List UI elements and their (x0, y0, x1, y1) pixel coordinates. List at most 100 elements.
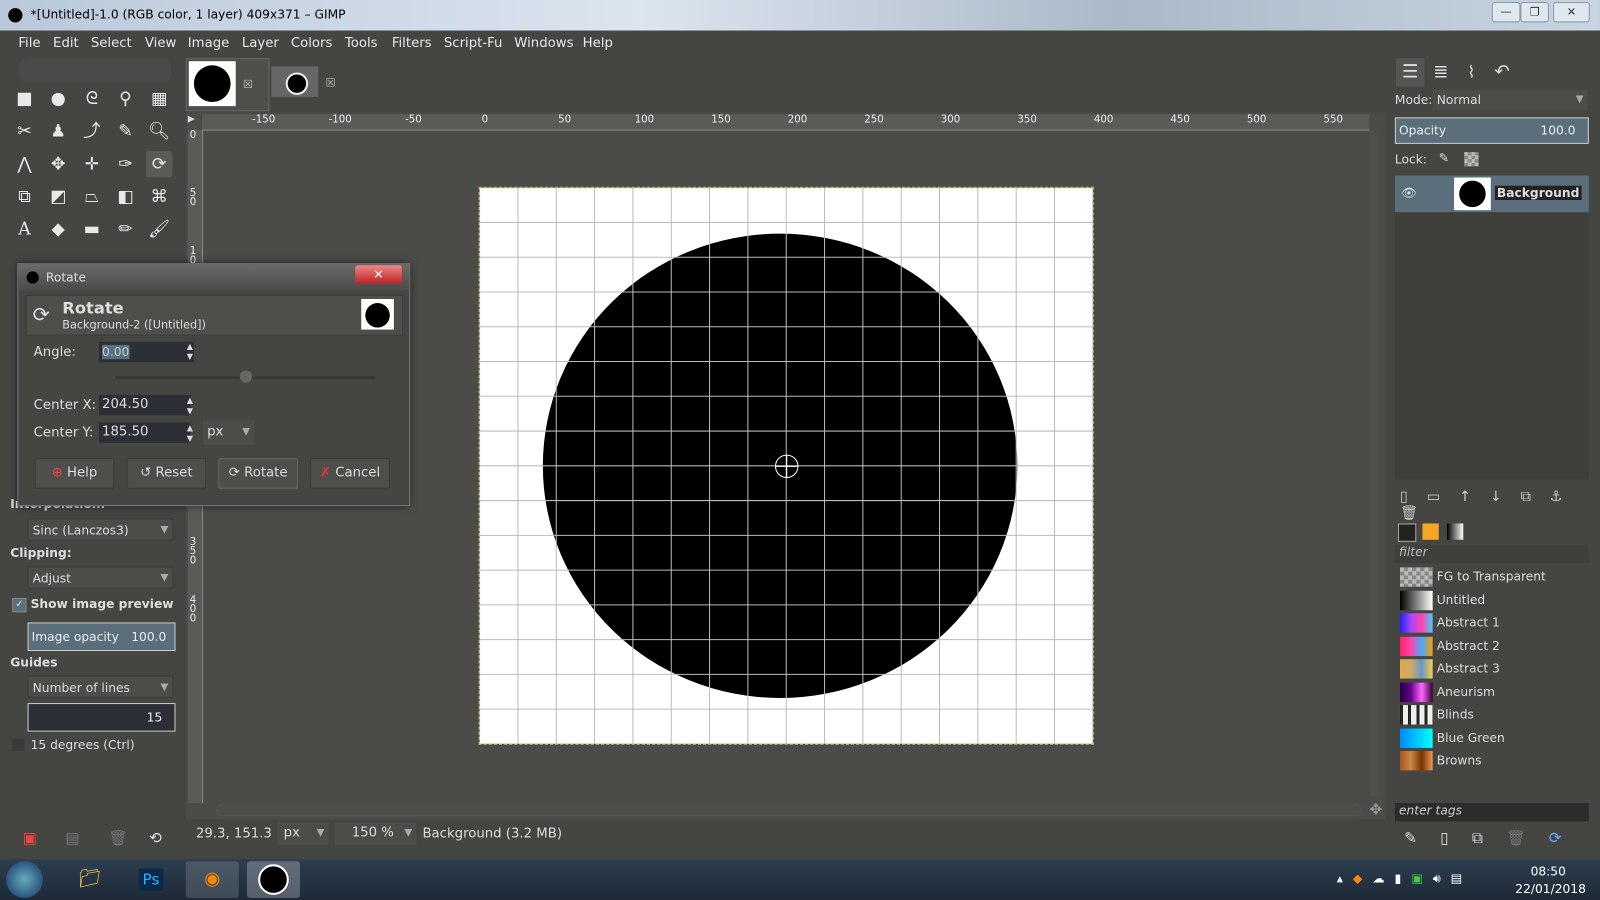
angle-input[interactable]: 0.00 (98, 341, 194, 363)
close-tab-icon[interactable]: ☒ (243, 78, 253, 91)
reset-button[interactable]: ↺ Reset (126, 458, 207, 489)
unit-dropdown[interactable]: px ▼ (277, 822, 329, 845)
menu-file[interactable]: File (18, 36, 40, 51)
rect-select-icon[interactable]: ■ (11, 86, 38, 113)
close-tab-icon[interactable]: ☒ (326, 77, 336, 90)
cage-icon[interactable]: ⌘ (146, 184, 173, 211)
close-button[interactable]: ✕ (1553, 2, 1590, 23)
refresh-gradients-icon[interactable]: ⟳ (1549, 829, 1562, 847)
duplicate-layer-icon[interactable]: ⧉ (1521, 489, 1532, 505)
lock-alpha-icon[interactable] (1464, 152, 1479, 167)
gradient-filter-input[interactable]: filter (1394, 544, 1589, 564)
center-x-spinner-arrows[interactable]: ▲ ▼ (187, 396, 193, 416)
anchor-icon[interactable]: ⚓ (1550, 489, 1564, 505)
help-button[interactable]: ⊕ Help (34, 458, 115, 489)
restore-options-icon[interactable]: ▤ (65, 829, 79, 847)
gradient-item[interactable]: Abstract 2 (1398, 635, 1569, 657)
minimize-button[interactable]: — (1491, 2, 1521, 23)
brushes-tab-icon[interactable] (1397, 523, 1417, 542)
zoom-icon[interactable]: 🔍︎ (146, 118, 173, 145)
align-icon[interactable]: ✛ (79, 151, 106, 178)
image-opacity-slider[interactable]: Image opacity 100.0 (27, 622, 176, 652)
vertical-scrollbar[interactable] (1369, 132, 1380, 796)
gradient-item[interactable]: Blinds (1398, 704, 1569, 726)
new-gradient-icon[interactable]: ▯ (1440, 829, 1448, 847)
cancel-button[interactable]: ✗ Cancel (310, 458, 390, 489)
paths-tab-icon[interactable]: ⌇ (1457, 58, 1486, 87)
delete-gradient-icon[interactable]: 🗑︎ (1506, 829, 1525, 847)
paintbrush-icon[interactable]: 🖌︎ (146, 216, 173, 243)
menu-script-fu[interactable]: Script-Fu (444, 36, 503, 51)
dialog-close-button[interactable]: ✕ (355, 265, 403, 284)
clipping-dropdown[interactable]: Adjust ▼ (27, 566, 174, 589)
maximize-button[interactable]: ❐ (1520, 2, 1549, 23)
angle-spinner-arrows[interactable]: ▲ ▼ (187, 342, 193, 362)
guides-dropdown[interactable]: Number of lines ▼ (27, 675, 174, 698)
clock-date[interactable]: 22/01/2018 (1515, 882, 1586, 896)
measure-icon[interactable]: ⋀ (11, 151, 38, 178)
flip-icon[interactable]: ◧ (112, 184, 139, 211)
opacity-slider[interactable]: Opacity 100.0 (1394, 117, 1589, 144)
select-by-color-icon[interactable]: ▦ (146, 86, 173, 113)
edit-gradient-icon[interactable]: ✎ (1404, 829, 1417, 847)
menu-edit[interactable]: Edit (53, 36, 79, 51)
lines-count-spinner[interactable]: 15 (27, 703, 176, 732)
gradient-item[interactable]: Abstract 3 (1398, 658, 1569, 680)
move-icon[interactable]: ✥ (45, 151, 72, 178)
dialog-title-bar[interactable]: Rotate ✕ (18, 264, 410, 291)
tags-input[interactable]: enter tags (1394, 803, 1589, 822)
clock-time[interactable]: 08:50 (1531, 864, 1566, 878)
delete-layer-icon[interactable]: 🗑︎ (1400, 505, 1419, 521)
rotate-button[interactable]: ⟳ Rotate (218, 458, 298, 489)
menu-tools[interactable]: Tools (345, 36, 378, 51)
perspective-icon[interactable]: ⏢ (79, 184, 106, 211)
quick-mask-toggle-icon[interactable]: ▶ (188, 114, 200, 126)
patterns-tab-icon[interactable] (1422, 523, 1439, 540)
ellipse-select-icon[interactable]: ● (45, 86, 72, 113)
gimp-taskbar-icon[interactable] (246, 861, 300, 898)
start-button[interactable] (6, 861, 43, 898)
navigate-icon[interactable]: ✥ (1369, 800, 1382, 818)
lower-layer-icon[interactable]: ↓ (1490, 489, 1503, 505)
shear-icon[interactable]: ◩ (45, 184, 72, 211)
raise-layer-icon[interactable]: ↑ (1459, 489, 1472, 505)
undo-history-tab-icon[interactable]: ↶ (1488, 58, 1517, 87)
menu-select[interactable]: Select (91, 36, 132, 51)
menu-image[interactable]: Image (188, 36, 230, 51)
image-tab-active[interactable]: ☒ (185, 58, 270, 112)
gradient-item[interactable]: Blue Green (1398, 727, 1569, 749)
rotate-tool-icon[interactable]: ⟳ (145, 151, 173, 178)
new-layer-icon[interactable]: ▯ (1400, 489, 1409, 505)
center-y-spinner-arrows[interactable]: ▲ ▼ (187, 423, 193, 443)
new-group-icon[interactable]: ▭ (1427, 489, 1442, 505)
reset-options-icon[interactable]: ⟲ (149, 829, 162, 847)
text-icon[interactable]: A (11, 216, 38, 243)
delete-options-icon[interactable]: 🗑︎ (108, 829, 127, 847)
center-y-input[interactable]: 185.50 (98, 422, 191, 443)
gradient-item[interactable]: Untitled (1398, 589, 1569, 611)
color-picker-icon[interactable]: ✎ (112, 118, 139, 145)
menu-view[interactable]: View (145, 36, 176, 51)
bucket-fill-icon[interactable]: ◆ (45, 216, 72, 243)
gradients-tab-icon[interactable] (1446, 523, 1464, 540)
channels-tab-icon[interactable]: ≣ (1427, 58, 1456, 87)
foreground-select-icon[interactable]: ♟ (45, 118, 72, 145)
menu-layer[interactable]: Layer (242, 36, 279, 51)
visibility-eye-icon[interactable]: 👁︎ (1401, 186, 1417, 200)
layers-tab-icon[interactable]: ☰ (1395, 58, 1425, 87)
image-canvas[interactable] (478, 186, 1094, 745)
degrees-checkbox[interactable] (12, 738, 25, 752)
lock-pixels-icon[interactable]: ✎ (1439, 151, 1449, 165)
scale-icon[interactable]: ⧉ (11, 184, 38, 211)
lasso-icon[interactable]: ᘓ (79, 86, 106, 113)
duplicate-gradient-icon[interactable]: ⧉ (1472, 829, 1483, 847)
photoshop-taskbar-icon[interactable]: Ps (124, 861, 177, 898)
pencil-icon[interactable]: ✏ (112, 216, 139, 243)
crop-icon[interactable]: ✑ (112, 151, 139, 178)
fuzzy-select-icon[interactable]: ⚲ (112, 86, 139, 113)
interpolation-dropdown[interactable]: Sinc (Lanczos3) ▼ (27, 518, 174, 541)
explorer-taskbar-icon[interactable]: 📁︎ (63, 861, 116, 898)
mode-dropdown[interactable]: Normal ▼ (1432, 89, 1588, 111)
gradient-item[interactable]: FG to Transparent (1398, 566, 1569, 588)
paths-icon[interactable]: ⤴ (79, 118, 106, 145)
